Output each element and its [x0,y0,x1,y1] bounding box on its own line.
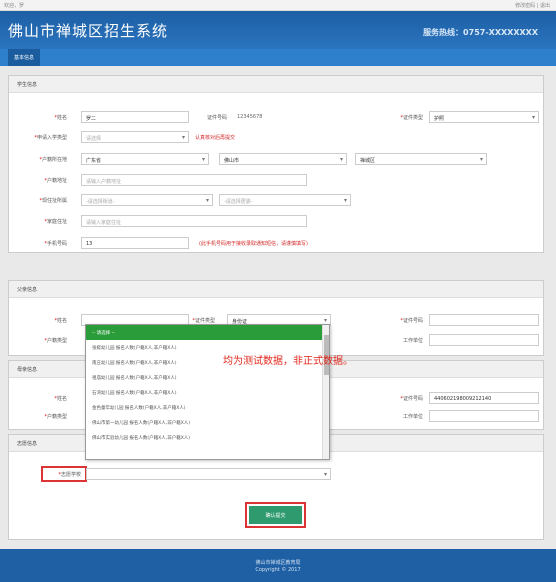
city-select[interactable]: 佛山市 [219,153,347,165]
dropdown-option[interactable]: 祖庙幼儿园 报名人数(户籍X人,非户籍X人) [86,370,329,385]
phone-warning: (此手机号码用于接收录取通知短信，请谨慎填写) [199,241,308,247]
hotline: 服务热线：0757-XXXXXXXX [423,28,538,37]
hukou-addr-label: *户籍地址 [44,178,67,184]
dropdown-scrollbar[interactable] [322,325,329,459]
submit-highlight: 确认提交 [245,502,306,528]
header: 佛山市禅城区招生系统 服务热线：0757-XXXXXXXX [0,11,556,49]
footer-org: 佛山市禅城区教育局 [255,560,301,566]
school-label: *志愿学校 [58,472,81,478]
hukou-label: *户籍所在地 [39,157,67,163]
test-data-note: 均为测试数据，非正式数据。 [223,356,353,367]
entry-type-select[interactable]: 请选择 [81,131,189,143]
hukou-addr-input[interactable]: 请输入户籍地址 [81,174,307,186]
father-hukou-type-label: *户籍类型 [44,338,67,344]
dropdown-option[interactable]: 佛山市实验幼儿园 报名人数(户籍X人,非户籍X人) [86,430,329,445]
entry-type-label: *申请入学类型 [34,135,67,141]
mother-name-label: *姓名 [54,396,67,402]
father-work-input[interactable] [429,334,539,346]
school-dropdown[interactable]: -- 请选择 -- 张槎幼儿园 报名人数(户籍X人,非户籍X人) 南庄幼儿园 报… [85,324,330,460]
mother-hukou-type-label: *户籍类型 [44,414,67,420]
user-links[interactable]: 修改密码 | 退出 [515,2,550,9]
phone-input[interactable]: 13 [81,237,189,249]
district-select[interactable]: 禅城区 [355,153,487,165]
cert-type-label: *证件类型 [400,115,423,121]
footer-copyright: Copyright © 2017 [255,567,301,573]
dropdown-option[interactable]: 石湾幼儿园 报名人数(户籍X人,非户籍X人) [86,385,329,400]
student-section-header: 学生信息 [9,76,543,93]
cert-type-select[interactable]: 护照 [429,111,539,123]
entry-type-warning: 认真核对后再提交 [195,135,236,141]
welcome-text: 欢迎，罗 [4,3,25,9]
home-addr-label: *家庭住址 [44,219,67,225]
tab-basic-info[interactable]: 基本信息 [8,49,41,66]
name-label: *姓名 [54,115,67,121]
mother-cert-no-label: *证件号码 [400,396,423,402]
mother-work-label: 工作单位 [402,414,423,420]
home-addr-input[interactable]: 请输入家庭住址 [81,215,307,227]
father-cert-no-label: *证件号码 [400,318,423,324]
father-cert-no-input[interactable] [429,314,539,326]
residence-label: *现住址所属 [39,198,67,204]
mother-work-input[interactable] [429,410,539,422]
school-select[interactable] [86,468,331,480]
dropdown-option[interactable]: -- 请选择 -- [86,325,329,340]
father-name-label: *姓名 [54,318,67,324]
top-bar: 欢迎，罗 修改密码 | 退出 [0,0,556,11]
father-cert-type-label: *证件类型 [192,318,215,324]
street-select[interactable]: -请选择街道- [81,194,213,206]
mother-cert-no-input[interactable]: 440602198009212140 [429,392,539,404]
province-select[interactable]: 广东省 [81,153,209,165]
footer: 佛山市禅城区教育局 Copyright © 2017 [0,549,556,582]
dropdown-option[interactable]: 佛山市第一幼儿园 报名人数(户籍X人,非户籍X人) [86,415,329,430]
nav-bar: 基本信息 [0,49,556,66]
cert-no-value: 12345678 [237,114,263,120]
cert-no-label: 证件号码 [206,115,227,121]
father-section-header: 父亲信息 [9,281,543,298]
phone-label: *手机号码 [44,241,67,247]
system-title: 佛山市禅城区招生系统 [8,22,169,40]
dropdown-option[interactable]: 金色童年幼儿园 报名人数(户籍X人,非户籍X人) [86,400,329,415]
student-card: 学生信息 *姓名 罗二 证件号码 12345678 *证件类型 护照 *申请入学… [8,75,544,253]
committee-select[interactable]: -请选择居委- [219,194,351,206]
submit-button[interactable]: 确认提交 [249,506,302,524]
father-work-label: 工作单位 [402,338,423,344]
